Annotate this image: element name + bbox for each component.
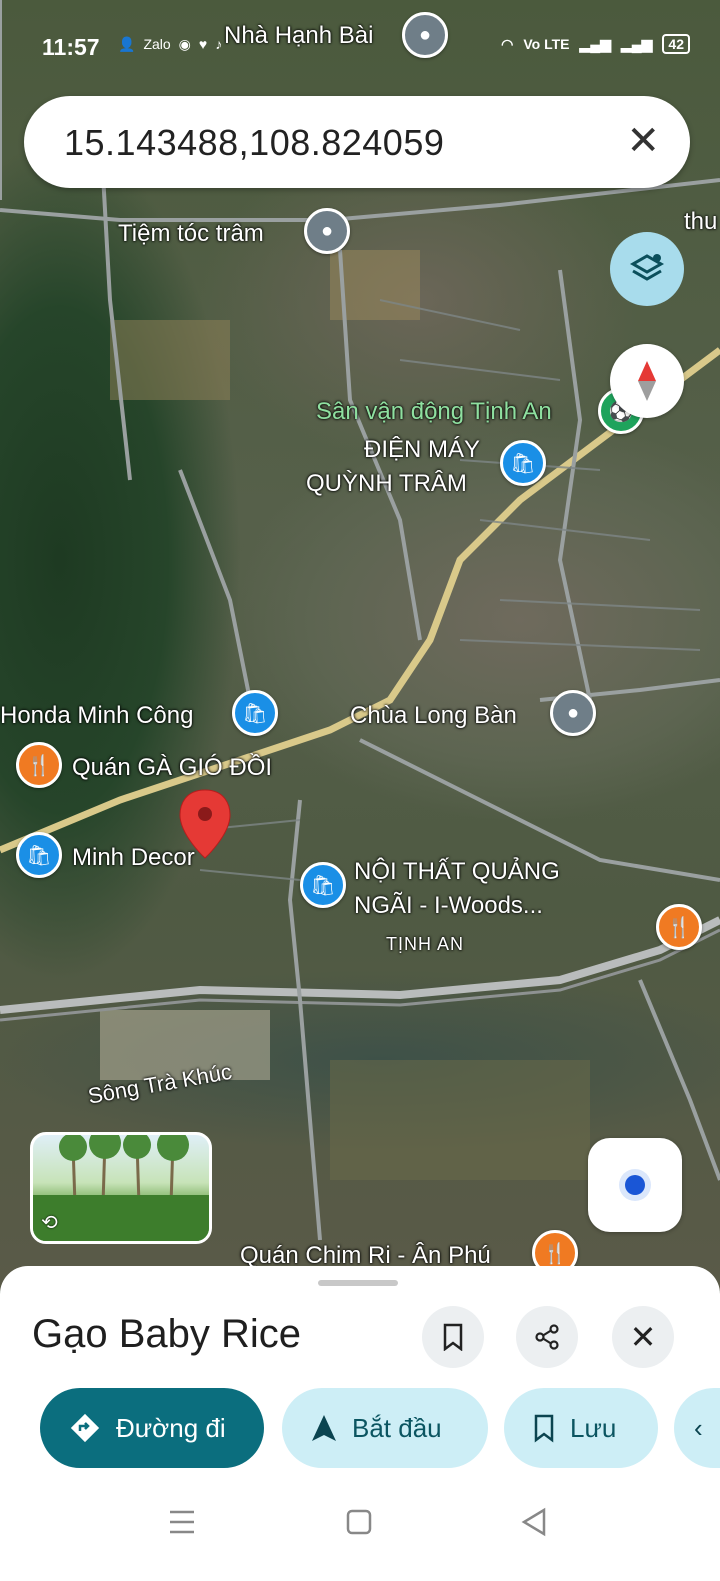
tiktok-icon: ♪ (215, 36, 223, 52)
search-bar[interactable]: 15.143488,108.824059 ✕ (24, 96, 690, 188)
label-minh-decor[interactable]: Minh Decor (72, 844, 195, 872)
user-add-icon: 👤 (118, 36, 136, 52)
clear-search-icon[interactable]: ✕ (626, 118, 660, 164)
share-icon (535, 1324, 559, 1350)
battery-icon: 42 (662, 34, 690, 54)
label-dien-may-1[interactable]: ĐIỆN MÁY (364, 436, 480, 464)
poi-pin-noi-that[interactable]: 🛍 (300, 862, 346, 908)
system-nav-bar (0, 1490, 720, 1550)
layers-button[interactable] (610, 232, 684, 306)
search-query[interactable]: 15.143488,108.824059 (64, 122, 444, 164)
label-san-van-dong[interactable]: Sân vận động Tịnh An (316, 398, 552, 426)
save-icon-button[interactable] (422, 1306, 484, 1368)
system-icons: ◠ Vo LTE ▂▄▆ ▂▄▆ 42 (501, 34, 690, 54)
location-icon: ♥ (198, 36, 208, 52)
label-noi-that-2[interactable]: NGÃI - I-Woods... (354, 892, 543, 920)
share-button[interactable] (516, 1306, 578, 1368)
directions-label: Đường đi (116, 1412, 226, 1443)
label-quan-ga[interactable]: Quán GÀ GIÓ ĐỒI (72, 754, 272, 782)
my-location-button[interactable] (588, 1138, 682, 1232)
place-title: Gạo Baby Rice (32, 1312, 302, 1356)
poi-pin-honda[interactable]: 🛍 (232, 690, 278, 736)
close-button[interactable]: ✕ (612, 1306, 674, 1368)
poi-pin-tiem-toc[interactable]: ● (304, 208, 350, 254)
wifi-icon: ◠ (501, 35, 514, 52)
signal-icon-2: ▂▄▆ (620, 35, 653, 52)
navigation-arrow-icon (312, 1415, 336, 1441)
network-type: Vo LTE (523, 36, 570, 52)
messenger-icon: ◉ (178, 36, 191, 52)
label-chua-long-ban[interactable]: Chùa Long Bàn (350, 702, 517, 730)
poi-pin-restaurant-east[interactable]: 🍴 (656, 904, 702, 950)
label-tiem-toc-tram[interactable]: Tiệm tóc trâm (118, 220, 264, 248)
compass-button[interactable] (610, 344, 684, 418)
poi-pin-dien-may[interactable]: 🛍 (500, 440, 546, 486)
status-time: 11:57 (42, 34, 100, 60)
start-label: Bắt đầu (352, 1412, 442, 1443)
compass-icon (638, 361, 656, 401)
label-tinh-an: TỊNH AN (386, 934, 465, 954)
close-icon: ✕ (629, 1319, 657, 1355)
label-noi-that-1[interactable]: NỘI THẤT QUẢNG (354, 858, 560, 886)
bookmark-icon (443, 1323, 463, 1351)
more-actions-button[interactable]: ‹ (674, 1388, 720, 1468)
bookmark-icon (534, 1414, 554, 1443)
directions-button[interactable]: Đường đi (40, 1388, 264, 1468)
start-button[interactable]: Bắt đầu (282, 1388, 488, 1468)
save-button[interactable]: Lưu (504, 1388, 658, 1468)
back-nav-button[interactable] (514, 1500, 558, 1544)
menu-nav-button[interactable] (160, 1500, 204, 1544)
zalo-icon: Zalo (143, 36, 171, 52)
status-bar: 11:57 👤 Zalo ◉ ♥ ♪ ◠ Vo LTE ▂▄▆ ▂▄▆ 42 (0, 20, 720, 70)
notification-icons: 👤 Zalo ◉ ♥ ♪ (118, 36, 222, 53)
home-nav-button[interactable] (338, 1500, 382, 1544)
label-honda[interactable]: Honda Minh Công (0, 702, 193, 730)
poi-pin-quan-ga[interactable]: 🍴 (16, 742, 62, 788)
drag-handle[interactable] (318, 1280, 398, 1286)
label-thu-partial[interactable]: thu (684, 208, 717, 236)
layers-icon (629, 254, 665, 281)
signal-icon: ▂▄▆ (579, 35, 611, 52)
satellite-map[interactable]: ● ● ⚽ 🛍 🛍 ● 🍴 🛍 🛍 🍴 🍴 Nhà Hạnh Bài Tiệm … (0, 0, 720, 1290)
street-view-thumbnail[interactable]: ⟲ (30, 1132, 212, 1244)
label-dien-may-2[interactable]: QUỲNH TRÂM (306, 470, 467, 498)
poi-pin-minh-decor[interactable]: 🛍 (16, 832, 62, 878)
share-icon-partial: ‹ (694, 1412, 703, 1443)
palm-trees-illustration (33, 1135, 209, 1241)
rotate-360-icon: ⟲ (41, 1212, 58, 1234)
my-location-icon (619, 1169, 651, 1201)
poi-pin-chua-long-ban[interactable]: ● (550, 690, 596, 736)
save-label: Lưu (570, 1412, 617, 1443)
directions-icon (70, 1413, 100, 1443)
